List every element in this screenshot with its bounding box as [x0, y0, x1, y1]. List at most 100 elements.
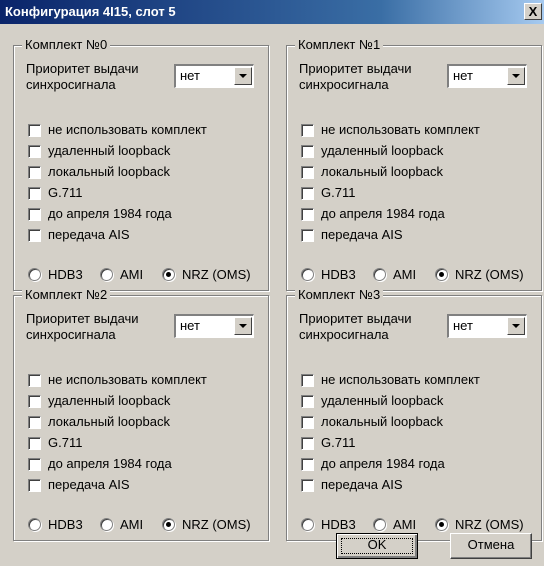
checkbox[interactable] — [28, 208, 41, 221]
chevron-down-icon[interactable] — [234, 317, 252, 335]
checkbox[interactable] — [301, 124, 314, 137]
priority-label: Приоритет выдачи синхросигнала — [26, 311, 166, 343]
checkbox-label: локальный loopback — [48, 414, 170, 429]
checkbox[interactable] — [301, 416, 314, 429]
radio-label[interactable]: HDB3 — [48, 517, 83, 532]
ok-button[interactable]: OK — [336, 533, 418, 559]
checkbox-label: удаленный loopback — [321, 143, 444, 158]
radio-0[interactable] — [301, 518, 314, 531]
radio-2[interactable] — [435, 268, 448, 281]
checkbox[interactable] — [301, 458, 314, 471]
cancel-button[interactable]: Отмена — [450, 533, 532, 559]
checkbox-label: до апреля 1984 года — [48, 206, 172, 221]
priority-label-line2: синхросигнала — [299, 77, 389, 92]
radio-1[interactable] — [373, 518, 386, 531]
close-button[interactable]: X — [524, 3, 542, 20]
focus-rect — [341, 538, 413, 554]
group-title: Комплект №0 — [22, 37, 111, 53]
checkbox[interactable] — [28, 479, 41, 492]
checkbox-label: удаленный loopback — [48, 393, 171, 408]
priority-label-line1: Приоритет выдачи — [26, 61, 139, 76]
line-coding-radio-group: HDB3 AMI NRZ (OMS) — [28, 516, 268, 534]
checkbox-label: удаленный loopback — [48, 143, 171, 158]
chevron-down-icon[interactable] — [507, 317, 525, 335]
radio-1[interactable] — [373, 268, 386, 281]
radio-label[interactable]: AMI — [393, 267, 416, 282]
chevron-down-icon[interactable] — [234, 67, 252, 85]
group-komplekt-3: Комплект №3 Приоритет выдачи синхросигна… — [286, 287, 542, 541]
checkbox[interactable] — [28, 458, 41, 471]
priority-label: Приоритет выдачи синхросигнала — [299, 311, 439, 343]
radio-label[interactable]: NRZ (OMS) — [182, 517, 251, 532]
radio-1[interactable] — [100, 518, 113, 531]
checkbox[interactable] — [301, 229, 314, 242]
window-title: Конфигурация 4I15, слот 5 — [5, 4, 176, 19]
chevron-down-icon[interactable] — [507, 67, 525, 85]
group-komplekt-0: Комплект №0 Приоритет выдачи синхросигна… — [13, 37, 269, 291]
radio-label[interactable]: AMI — [393, 517, 416, 532]
checkbox[interactable] — [28, 166, 41, 179]
priority-select[interactable]: нет — [447, 64, 527, 88]
checkbox[interactable] — [301, 374, 314, 387]
checkbox-label: до апреля 1984 года — [321, 206, 445, 221]
checkbox-label: передача AIS — [321, 477, 403, 492]
checkbox[interactable] — [28, 124, 41, 137]
radio-1[interactable] — [100, 268, 113, 281]
checkbox[interactable] — [301, 187, 314, 200]
radio-2[interactable] — [435, 518, 448, 531]
radio-0[interactable] — [28, 518, 41, 531]
checkbox[interactable] — [28, 395, 41, 408]
checkbox[interactable] — [301, 479, 314, 492]
checkbox-label: передача AIS — [321, 227, 403, 242]
checkbox-label: G.711 — [321, 435, 356, 450]
priority-label-line2: синхросигнала — [299, 327, 389, 342]
priority-label-line2: синхросигнала — [26, 77, 116, 92]
group-title: Комплект №2 — [22, 287, 111, 303]
priority-select-value: нет — [180, 318, 200, 333]
line-coding-radio-group: HDB3 AMI NRZ (OMS) — [301, 266, 541, 284]
radio-label[interactable]: NRZ (OMS) — [455, 267, 524, 282]
radio-label[interactable]: AMI — [120, 267, 143, 282]
radio-2[interactable] — [162, 268, 175, 281]
checkbox-label: локальный loopback — [48, 164, 170, 179]
radio-label[interactable]: HDB3 — [321, 267, 356, 282]
priority-select-value: нет — [453, 318, 473, 333]
checkbox[interactable] — [28, 416, 41, 429]
checkbox[interactable] — [301, 145, 314, 158]
radio-label[interactable]: NRZ (OMS) — [182, 267, 251, 282]
checkbox[interactable] — [301, 437, 314, 450]
checkbox[interactable] — [28, 187, 41, 200]
title-bar[interactable]: Конфигурация 4I15, слот 5 X — [0, 0, 544, 24]
checkbox[interactable] — [28, 145, 41, 158]
checkbox[interactable] — [28, 437, 41, 450]
priority-select[interactable]: нет — [174, 64, 254, 88]
group-title: Комплект №1 — [295, 37, 384, 53]
radio-label[interactable]: HDB3 — [321, 517, 356, 532]
checkbox[interactable] — [301, 208, 314, 221]
radio-2[interactable] — [162, 518, 175, 531]
line-coding-radio-group: HDB3 AMI NRZ (OMS) — [28, 266, 268, 284]
checkbox-label: локальный loopback — [321, 414, 443, 429]
config-dialog: Конфигурация 4I15, слот 5 X Комплект №0 … — [0, 0, 544, 566]
checkbox-label: G.711 — [48, 185, 83, 200]
checkbox[interactable] — [28, 374, 41, 387]
cancel-button-label: Отмена — [467, 537, 515, 552]
priority-label: Приоритет выдачи синхросигнала — [299, 61, 439, 93]
priority-select-value: нет — [453, 68, 473, 83]
radio-0[interactable] — [301, 268, 314, 281]
line-coding-radio-group: HDB3 AMI NRZ (OMS) — [301, 516, 541, 534]
checkbox[interactable] — [301, 166, 314, 179]
checkbox-label: не использовать комплект — [321, 122, 480, 137]
checkbox[interactable] — [301, 395, 314, 408]
checkbox-label: G.711 — [48, 435, 83, 450]
checkbox-label: удаленный loopback — [321, 393, 444, 408]
radio-0[interactable] — [28, 268, 41, 281]
radio-label[interactable]: AMI — [120, 517, 143, 532]
radio-label[interactable]: NRZ (OMS) — [455, 517, 524, 532]
priority-label-line1: Приоритет выдачи — [299, 311, 412, 326]
checkbox-label: не использовать комплект — [48, 372, 207, 387]
priority-select[interactable]: нет — [447, 314, 527, 338]
radio-label[interactable]: HDB3 — [48, 267, 83, 282]
priority-select[interactable]: нет — [174, 314, 254, 338]
checkbox[interactable] — [28, 229, 41, 242]
